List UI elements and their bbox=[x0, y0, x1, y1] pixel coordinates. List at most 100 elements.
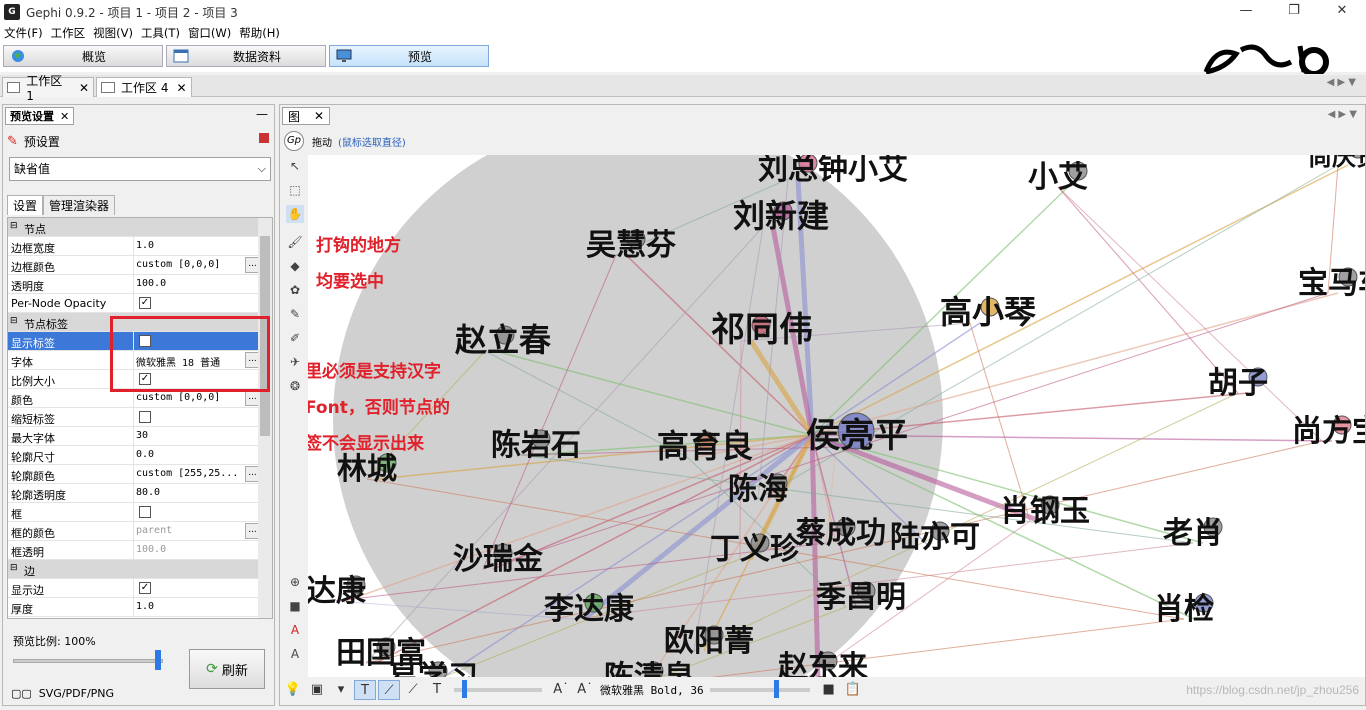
menu-view[interactable]: 视图(V) bbox=[93, 25, 133, 41]
heat-icon[interactable]: ❂ bbox=[286, 377, 304, 395]
text-color-icon[interactable]: A bbox=[286, 621, 304, 639]
menu-file[interactable]: 文件(F) bbox=[4, 25, 43, 41]
property-value[interactable]: parent bbox=[136, 525, 246, 536]
save-preset-icon[interactable] bbox=[259, 133, 269, 143]
property-row[interactable]: 轮廓透明度 80.0 bbox=[8, 484, 258, 503]
graph-node[interactable]: 丁义珍 bbox=[710, 532, 801, 567]
tab-scroll-arrows-icon[interactable]: ◀ ▶ ▼ bbox=[1327, 77, 1356, 88]
light-bulb-icon[interactable]: 💡 bbox=[282, 680, 304, 700]
menu-window[interactable]: 窗口(W) bbox=[188, 25, 231, 41]
property-category[interactable]: ⊟ 边 bbox=[8, 560, 258, 579]
menu-workspace[interactable]: 工作区 bbox=[51, 25, 86, 41]
property-checkbox[interactable]: ✓ bbox=[139, 582, 151, 594]
tab-workspace-4[interactable]: 工作区 4 ✕ bbox=[96, 77, 192, 97]
property-value[interactable]: 30 bbox=[136, 430, 246, 441]
label-size-icon[interactable]: T bbox=[426, 680, 448, 700]
plane-icon[interactable]: ✈ bbox=[286, 353, 304, 371]
font-decrease-icon[interactable]: A˙ bbox=[550, 680, 572, 700]
graph-node[interactable]: 肖钢玉 bbox=[1000, 494, 1090, 529]
property-row[interactable]: 轮廓尺寸 0.0 bbox=[8, 446, 258, 465]
graph-node[interactable]: 胡子 bbox=[1208, 366, 1268, 401]
property-value[interactable]: custom [255,25... bbox=[136, 468, 246, 479]
graph-node[interactable]: 刘新建 bbox=[733, 197, 829, 235]
property-row[interactable]: 厚度 1.0 bbox=[8, 598, 258, 617]
property-value[interactable]: 100.0 bbox=[136, 278, 246, 289]
overview-mode-button[interactable]: 概览 bbox=[3, 45, 163, 67]
label-size-slider[interactable] bbox=[454, 680, 542, 698]
collapse-icon[interactable]: ⊟ bbox=[10, 563, 18, 573]
property-value[interactable]: 0.0 bbox=[136, 449, 246, 460]
graph-node[interactable]: 易学习 bbox=[388, 660, 478, 677]
graph-node[interactable]: 刘总钟小艾 bbox=[758, 155, 908, 187]
property-value[interactable]: 1.0 bbox=[136, 601, 246, 612]
graph-node[interactable]: 赵立春 bbox=[455, 321, 551, 359]
graph-node[interactable]: 赵东来 bbox=[778, 650, 868, 677]
menu-help[interactable]: 帮助(H) bbox=[239, 25, 280, 41]
close-panel-icon[interactable]: ✕ bbox=[60, 110, 69, 123]
rect-select-icon[interactable]: ⬚ bbox=[286, 181, 304, 199]
close-tab-icon[interactable]: ✕ bbox=[176, 81, 186, 95]
tab-settings[interactable]: 设置 bbox=[7, 195, 44, 215]
graph-node[interactable]: 欧阳菁 bbox=[664, 624, 754, 659]
diamond-icon[interactable]: ◆ bbox=[286, 257, 304, 275]
minimize-panel-button[interactable]: — bbox=[256, 107, 268, 121]
graph-node[interactable]: 尚方宝剑 bbox=[1292, 414, 1365, 449]
property-category[interactable]: ⊟ 节点 bbox=[8, 218, 258, 237]
graph-node[interactable]: 吴慧芬 bbox=[586, 228, 676, 263]
clipboard-icon[interactable]: 📋 bbox=[842, 680, 864, 700]
zoom-icon[interactable]: ⊕ bbox=[286, 573, 304, 591]
close-tab-icon[interactable]: ✕ bbox=[79, 81, 89, 95]
graph-node[interactable]: 陈清泉 bbox=[604, 660, 694, 677]
text-size-icon[interactable]: A bbox=[286, 645, 304, 663]
property-value[interactable]: 1.0 bbox=[136, 240, 246, 251]
graph-node[interactable]: 老肖 bbox=[1163, 516, 1223, 551]
collapse-icon[interactable]: ⊟ bbox=[10, 221, 18, 231]
drag-tool-icon[interactable]: ✋ bbox=[286, 205, 304, 223]
property-row[interactable]: 边框颜色 custom [0,0,0]... bbox=[8, 256, 260, 275]
property-scrollbar[interactable] bbox=[258, 218, 272, 618]
graph-node[interactable]: 尚庆贺 bbox=[1308, 155, 1365, 171]
pencil-icon[interactable]: ✎ bbox=[286, 305, 304, 323]
refresh-button[interactable]: ⟳ 刷新 bbox=[189, 649, 265, 689]
graph-node[interactable]: 达康 bbox=[308, 574, 367, 609]
property-row[interactable]: 轮廓颜色 custom [255,25...... bbox=[8, 465, 260, 484]
property-checkbox[interactable]: ✓ bbox=[139, 297, 151, 309]
screenshot-icon[interactable]: ▣ bbox=[306, 680, 328, 700]
maximize-button[interactable]: ❐ bbox=[1270, 0, 1318, 24]
graph-node[interactable]: 季昌明 bbox=[816, 580, 906, 615]
minimize-button[interactable]: — bbox=[1222, 0, 1270, 24]
tab-preview-settings[interactable]: 预览设置 ✕ bbox=[5, 107, 75, 125]
property-row[interactable]: 缩短标签 bbox=[8, 408, 258, 427]
property-value[interactable]: custom [0,0,0] bbox=[136, 392, 246, 403]
property-row[interactable]: 显示边 ✓ bbox=[8, 579, 258, 598]
preview-mode-button[interactable]: 预览 bbox=[329, 45, 489, 67]
property-row[interactable]: 框透明 100.0 bbox=[8, 541, 258, 560]
pointer-tool-icon[interactable]: ↖ bbox=[286, 157, 304, 175]
property-value[interactable]: 100.0 bbox=[136, 544, 246, 555]
graph-node[interactable]: 蔡成功 bbox=[796, 516, 886, 551]
palette-icon[interactable]: ✿ bbox=[286, 281, 304, 299]
graph-node[interactable]: 宝马车 bbox=[1298, 266, 1365, 301]
property-value[interactable]: 80.0 bbox=[136, 487, 246, 498]
property-value[interactable]: custom [0,0,0] bbox=[136, 259, 246, 270]
edge-color-icon[interactable]: ⟋ bbox=[402, 680, 424, 700]
preview-ratio-slider[interactable] bbox=[13, 650, 163, 670]
tab-workspace-1[interactable]: 工作区 1 ✕ bbox=[2, 74, 94, 103]
data-lab-mode-button[interactable]: 数据资料 bbox=[166, 45, 326, 67]
node-color-icon[interactable]: ■ bbox=[286, 597, 304, 615]
graph-node[interactable]: 李达康 bbox=[544, 592, 635, 627]
graph-node[interactable]: 侯亮平 bbox=[806, 412, 908, 456]
close-tab-icon[interactable]: ✕ bbox=[314, 109, 324, 123]
font-increase-icon[interactable]: A˙ bbox=[574, 680, 596, 700]
collapse-icon[interactable]: ⊟ bbox=[10, 316, 18, 326]
property-row[interactable]: 边框宽度 1.0 bbox=[8, 237, 258, 256]
graph-node[interactable]: 陆亦可 bbox=[890, 520, 980, 555]
panel-scroll-arrows-icon[interactable]: ◀ ▶ ▼ bbox=[1328, 109, 1357, 120]
export-button[interactable]: ▢▢ SVG/PDF/PNG bbox=[11, 687, 114, 700]
property-row[interactable]: Per-Node Opacity ✓ bbox=[8, 294, 258, 313]
property-checkbox[interactable] bbox=[139, 506, 151, 518]
graph-node[interactable]: 陈海 bbox=[728, 472, 788, 507]
graph-node[interactable]: 祁同伟 bbox=[711, 310, 813, 350]
property-row[interactable]: 最大字体 30 bbox=[8, 427, 258, 446]
tab-graph[interactable]: 图 ✕ bbox=[282, 107, 331, 125]
